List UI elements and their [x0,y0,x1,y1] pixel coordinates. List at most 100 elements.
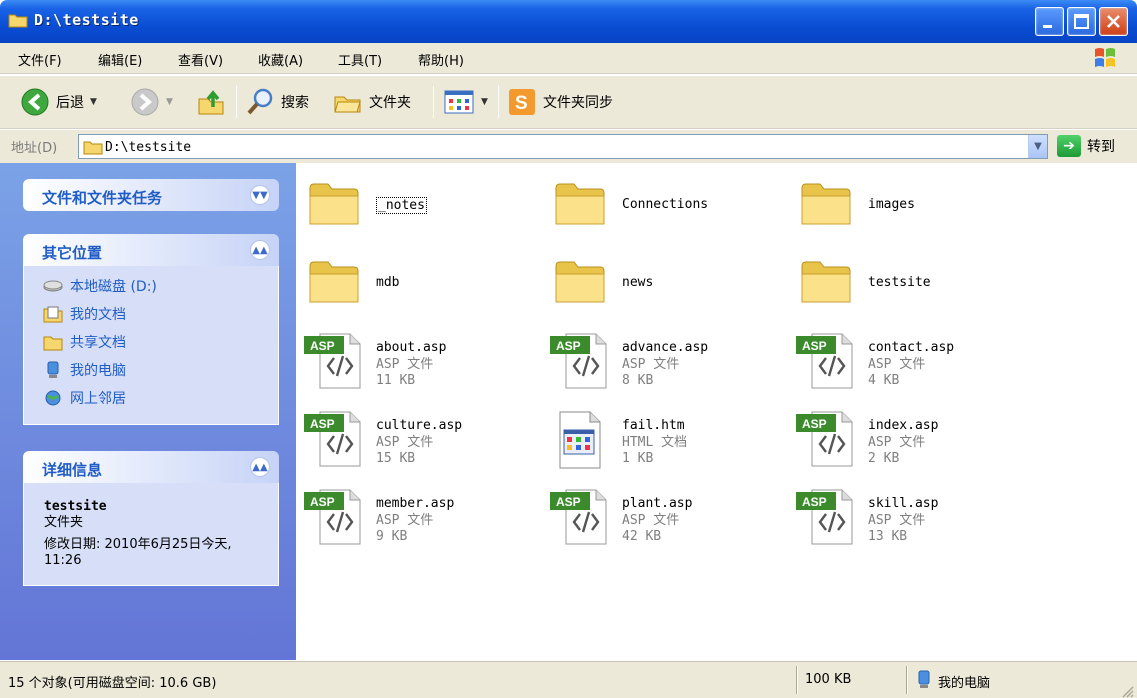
file-name: skill.asp [868,496,939,511]
my-computer-icon [47,361,59,378]
place-label: 网上邻居 [70,391,126,407]
file-info: member.asp ASP 文件 9 KB [376,496,454,546]
close-button[interactable] [1099,7,1128,36]
folder-icon [8,14,28,28]
file-type: ASP 文件 [376,512,434,528]
views-button[interactable]: ▼ [443,84,488,120]
asp-badge: ASP [802,495,827,509]
place-network[interactable]: 网上邻居 [24,384,278,412]
menu-view[interactable]: 查看(V) [178,50,223,69]
file-item[interactable]: ASP index.asp ASP 文件 2 KB [790,403,1030,473]
drive-icon [43,280,63,292]
expand-chevron-icon[interactable]: ▼▼ [250,185,270,205]
tasks-panel: 文件和文件夹任务 ▼▼ [23,179,279,211]
place-local-disk[interactable]: 本地磁盘 (D:) [24,272,278,300]
file-type: ASP 文件 [868,434,926,450]
place-my-computer[interactable]: 我的电脑 [24,356,278,384]
views-icon [444,90,474,114]
menu-file[interactable]: 文件(F) [18,50,62,69]
file-item[interactable]: fail.htm HTML 文档 1 KB [544,403,784,473]
asp-file-icon: ASP [550,489,607,545]
file-item[interactable]: ASP about.asp ASP 文件 11 KB [298,325,538,395]
file-list[interactable]: _notes Connections images mdb news tests… [296,163,1137,660]
asp-badge: ASP [556,339,581,353]
my-documents-icon [43,306,63,323]
search-button[interactable]: 搜索 [245,84,309,120]
folders-icon [334,96,361,113]
menu-edit[interactable]: 编辑(E) [98,50,142,69]
folder-icon [309,261,359,303]
title-bar[interactable]: D:\testsite [0,0,1137,43]
file-size: 42 KB [622,529,662,544]
folder-icon [801,261,851,303]
file-info: index.asp ASP 文件 2 KB [868,418,938,468]
details-header[interactable]: 详细信息 ▲▲ [23,451,279,483]
address-input[interactable]: D:\testsite ▼ [78,134,1048,159]
close-icon [1107,15,1120,28]
tasks-panel-header[interactable]: 文件和文件夹任务 ▼▼ [23,179,279,211]
folder-item[interactable]: Connections [544,166,784,236]
svg-text:S: S [515,93,528,114]
window-title: D:\testsite [34,11,139,29]
back-label: 后退 [56,95,84,111]
address-dropdown-button[interactable]: ▼ [1028,135,1047,158]
address-bar: 地址(D) D:\testsite ▼ ➔ 转到 [0,130,1137,163]
place-label: 共享文档 [70,335,126,351]
folder-sync-button[interactable]: S 文件夹同步 [507,84,613,120]
file-item[interactable]: ASP skill.asp ASP 文件 13 KB [790,481,1030,551]
file-type: ASP 文件 [622,512,680,528]
maximize-icon [1074,14,1089,29]
search-icon [247,88,273,115]
asp-badge: ASP [802,339,827,353]
shared-documents-icon [43,336,63,351]
go-arrow-icon: ➔ [1057,135,1081,157]
maximize-button[interactable] [1067,7,1096,36]
back-dropdown-icon[interactable]: ▼ [90,97,97,107]
go-label: 转到 [1087,139,1115,155]
asp-badge: ASP [556,495,581,509]
file-item[interactable]: ASP plant.asp ASP 文件 42 KB [544,481,784,551]
other-places-header[interactable]: 其它位置 ▲▲ [23,234,279,266]
minimize-button[interactable] [1035,7,1064,36]
file-info: plant.asp ASP 文件 42 KB [622,496,692,546]
folder-item[interactable]: images [790,166,1030,236]
sync-icon: S [509,89,535,115]
file-info: skill.asp ASP 文件 13 KB [868,496,938,546]
back-arrow-icon [21,88,49,116]
other-places-panel: 其它位置 ▲▲ 本地磁盘 (D:) 我的文档 共享文档 我的电脑 网上邻居 [23,234,279,425]
file-item[interactable]: ASP advance.asp ASP 文件 8 KB [544,325,784,395]
folders-button[interactable]: 文件夹 [333,84,411,120]
file-info: culture.asp ASP 文件 15 KB [376,418,462,468]
collapse-chevron-icon[interactable]: ▲▲ [250,240,270,260]
html-file-icon [559,411,601,469]
file-name: fail.htm [622,418,685,433]
collapse-chevron-icon[interactable]: ▲▲ [250,457,270,477]
views-dropdown-icon[interactable]: ▼ [481,97,488,107]
folder-name: Connections [622,197,709,212]
file-name: advance.asp [622,340,709,355]
menu-help[interactable]: 帮助(H) [418,50,464,69]
menu-tools[interactable]: 工具(T) [338,50,382,69]
folder-item[interactable]: _notes [298,166,538,236]
status-location: 我的电脑 [938,676,991,691]
folder-item[interactable]: news [544,244,784,314]
forward-dropdown-icon[interactable]: ▼ [166,97,173,107]
back-button[interactable]: 后退 ▼ [20,84,97,120]
go-button[interactable]: ➔ 转到 [1057,135,1115,157]
file-item[interactable]: ASP contact.asp ASP 文件 4 KB [790,325,1030,395]
file-item[interactable]: ASP member.asp ASP 文件 9 KB [298,481,538,551]
folder-icon [309,183,359,225]
file-name: plant.asp [622,496,693,511]
folder-item[interactable]: mdb [298,244,538,314]
folder-item[interactable]: testsite [790,244,1030,314]
my-computer-icon [918,670,930,688]
folder-name: images [868,197,915,212]
place-shared-documents[interactable]: 共享文档 [24,328,278,356]
forward-button[interactable]: ▼ [130,84,173,120]
file-item[interactable]: ASP culture.asp ASP 文件 15 KB [298,403,538,473]
place-my-documents[interactable]: 我的文档 [24,300,278,328]
up-folder-button[interactable] [196,84,226,120]
resize-grip-icon[interactable] [1120,684,1134,698]
file-info: about.asp ASP 文件 11 KB [376,340,446,390]
menu-favorites[interactable]: 收藏(A) [258,50,303,69]
